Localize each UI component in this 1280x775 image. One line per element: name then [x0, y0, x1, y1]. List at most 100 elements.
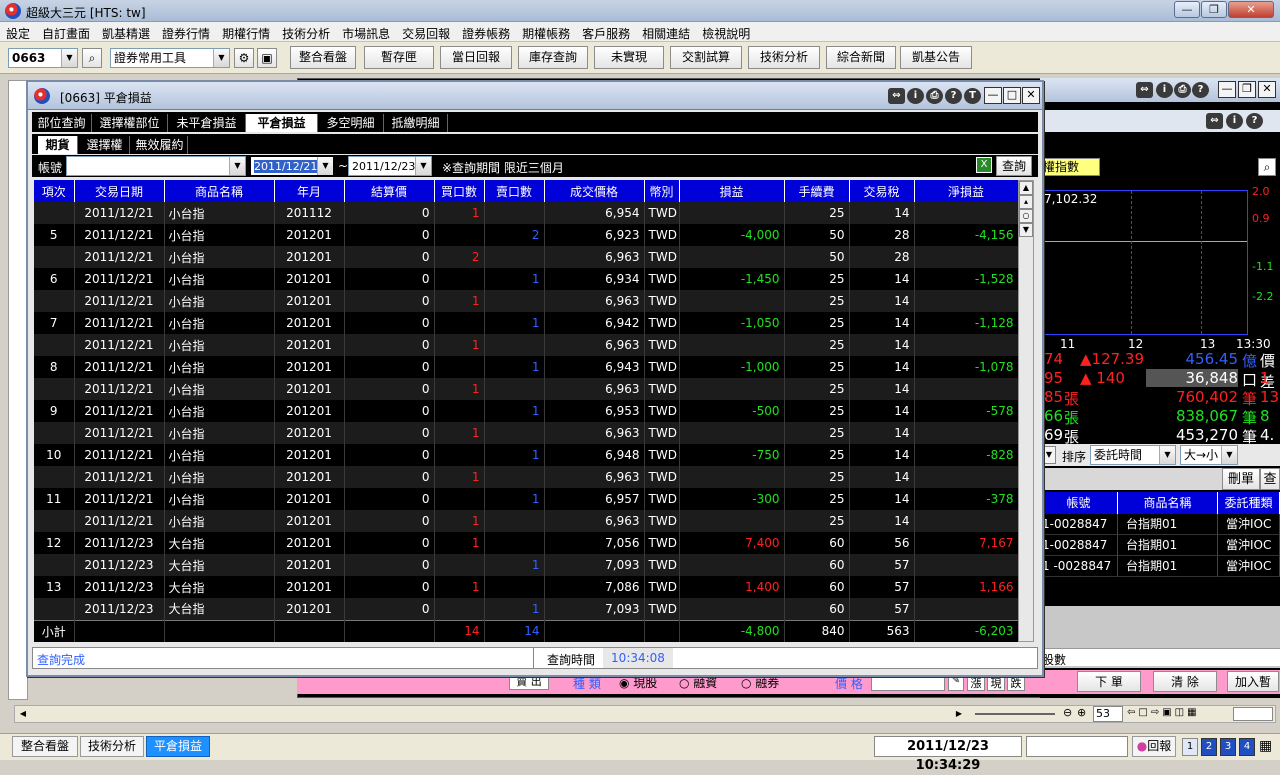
table-row[interactable]: 8 2011/12/21 小台指 201201 0 1 6,943 TWD -1,000 25 14… [34, 356, 1018, 378]
chevron-down-icon[interactable]: ▼ [1221, 446, 1237, 464]
help-icon[interactable]: ? [945, 88, 962, 104]
gear-icon[interactable]: ⚙ [234, 48, 254, 68]
menu-item[interactable]: 凱基精選 [96, 22, 156, 42]
chevron-down-icon[interactable]: ▼ [1159, 446, 1175, 464]
link-icon[interactable]: ⇔ [888, 88, 905, 104]
table-row[interactable]: 2011/12/21 小台指 201201 0 1 6,963 TWD 25 14 [34, 334, 1018, 356]
order-column-header[interactable]: 商品名稱 [1118, 492, 1218, 514]
code-input[interactable]: 0663 ▼ [8, 48, 78, 68]
menu-item[interactable]: 期權行情 [216, 22, 276, 42]
link-icon[interactable]: ⇔ [1136, 82, 1153, 98]
column-header[interactable]: 項次 [34, 180, 75, 202]
restore-icon[interactable]: ❐ [1238, 81, 1256, 98]
sort-combo[interactable]: 委託時間 ▼ [1090, 445, 1176, 465]
toolbar-button[interactable]: 整合看盤 [290, 46, 356, 69]
add-temp-button[interactable]: 加入暫 [1227, 671, 1279, 692]
top-tab[interactable]: 部位查詢 [32, 114, 92, 132]
column-header[interactable]: 手續費 [784, 180, 850, 202]
top-tab[interactable]: 選擇權部位 [92, 114, 168, 132]
top-tab[interactable]: 未平倉損益 [168, 114, 246, 132]
print-icon[interactable]: ⎙ [926, 88, 943, 104]
menu-item[interactable]: 設定 [0, 22, 36, 42]
menu-item[interactable]: 交易回報 [396, 22, 456, 42]
layout-4-icon[interactable]: 4 [1239, 738, 1255, 756]
table-row[interactable]: 2011/12/21 小台指 201201 0 1 6,963 TWD 25 14 [34, 290, 1018, 312]
table-row[interactable]: 2011/12/23 大台指 201201 0 1 7,093 TWD 60 57 [34, 598, 1018, 620]
date-from-input[interactable]: 2011/12/21 ▼ [250, 156, 334, 176]
column-header[interactable]: 商品名稱 [164, 180, 275, 202]
scroll-up-icon[interactable]: ▲ [1019, 181, 1033, 195]
table-row[interactable]: 9 2011/12/21 小台指 201201 0 1 6,953 TWD -500 25 14 -5… [34, 400, 1018, 422]
window-add-icon[interactable]: ▣ [257, 48, 277, 68]
menu-item[interactable]: 技術分析 [276, 22, 336, 42]
toolbar-button[interactable]: 暫存匣 [364, 46, 434, 69]
order-column-header[interactable]: 委託種類 [1218, 492, 1280, 514]
place-order-button[interactable]: 下 單 [1077, 671, 1141, 692]
minimize-icon[interactable]: — [984, 87, 1002, 104]
chevron-down-icon[interactable]: ▼ [229, 157, 245, 175]
table-row[interactable]: 6 2011/12/21 小台指 201201 0 1 6,934 TWD -1,450 25 14… [34, 268, 1018, 290]
sub-tab[interactable]: 無效履約 [132, 136, 188, 154]
order-cell[interactable]: 1 -0028847 [1040, 556, 1118, 577]
sub-tab[interactable]: 期貨 [38, 136, 78, 154]
order-cell[interactable]: 當沖IOC [1218, 556, 1280, 577]
toolbar-button[interactable]: 凱基公告 [900, 46, 972, 69]
layout-1-icon[interactable]: 1 [1182, 738, 1198, 756]
window-tab[interactable]: 技術分析 [80, 736, 144, 757]
restore-icon[interactable]: ❐ [1201, 1, 1227, 18]
toolbar-button[interactable]: 技術分析 [748, 46, 820, 69]
zoom-in-icon[interactable]: ⊕ [1077, 706, 1086, 719]
excel-export-icon[interactable]: X [976, 157, 992, 173]
table-row[interactable]: 2011/12/21 小台指 201112 0 1 6,954 TWD 25 14 [34, 202, 1018, 224]
clear-button[interactable]: 清 除 [1153, 671, 1217, 692]
top-tab[interactable]: 多空明細 [318, 114, 384, 132]
scroll-down-icon[interactable]: ▼ [1019, 223, 1033, 237]
table-scrollbar[interactable]: ▲ ▴ ○ ▼ [1018, 180, 1034, 642]
column-header[interactable]: 年月 [274, 180, 345, 202]
layout-2-icon[interactable]: 2 [1201, 738, 1217, 756]
column-header[interactable]: 損益 [679, 180, 785, 202]
table-row[interactable]: 2011/12/21 小台指 201201 0 1 6,963 TWD 25 14 [34, 422, 1018, 444]
table-row[interactable]: 7 2011/12/21 小台指 201201 0 1 6,942 TWD -1,050 25 14… [34, 312, 1018, 334]
order-cell[interactable]: 台指期01 [1118, 556, 1218, 577]
column-header[interactable]: 交易日期 [74, 180, 165, 202]
toolbar-button[interactable]: 未實現 [594, 46, 664, 69]
order-cell[interactable]: 台指期01 [1118, 514, 1218, 535]
query-button[interactable]: 查詢 [996, 156, 1032, 176]
minimize-icon[interactable]: — [1218, 81, 1236, 98]
menu-item[interactable]: 期權帳務 [516, 22, 576, 42]
scroll-right-icon[interactable]: ▶ [951, 706, 967, 722]
sub-tab[interactable]: 選擇權 [80, 136, 130, 154]
page-up-icon[interactable]: ▴ [1019, 195, 1033, 209]
close-icon[interactable]: ✕ [1022, 87, 1040, 104]
toolbar-button[interactable]: 交割試算 [670, 46, 742, 69]
column-header[interactable]: 結算價 [344, 180, 435, 202]
toolbar-button[interactable]: 庫存查詢 [518, 46, 588, 69]
toolbar-button[interactable]: 綜合新聞 [826, 46, 896, 69]
menu-item[interactable]: 證券行情 [156, 22, 216, 42]
topmost-icon[interactable]: T [964, 88, 981, 104]
table-row[interactable]: 12 2011/12/23 大台指 201201 0 1 7,056 TWD 7,400 60 56… [34, 532, 1018, 554]
menu-item[interactable]: 相關連結 [636, 22, 696, 42]
column-header[interactable]: 成交價格 [544, 180, 645, 202]
query-order-button[interactable]: 查 [1260, 468, 1280, 490]
table-row[interactable]: 2011/12/21 小台指 201201 0 2 6,963 TWD 50 28 [34, 246, 1018, 268]
help-icon[interactable]: ? [1192, 82, 1209, 98]
chevron-down-icon[interactable]: ▼ [415, 157, 431, 175]
toolbar-button[interactable]: 當日回報 [440, 46, 512, 69]
scroll-thumb[interactable]: ○ [1019, 209, 1033, 223]
layout-3-icon[interactable]: 3 [1220, 738, 1236, 756]
zoom-slider[interactable] [975, 713, 1055, 715]
order-cell[interactable]: 1-0028847 [1040, 535, 1118, 556]
column-header[interactable]: 買口數 [434, 180, 485, 202]
table-row[interactable]: 2011/12/23 大台指 201201 0 1 7,093 TWD 60 57 [34, 554, 1018, 576]
link-icon[interactable]: ⇔ [1206, 113, 1223, 129]
help-icon[interactable]: ? [1246, 113, 1263, 129]
chevron-down-icon[interactable]: ▼ [213, 49, 229, 67]
scroll-left-icon[interactable]: ◀ [15, 706, 31, 722]
chevron-down-icon[interactable]: ▼ [61, 49, 77, 67]
info-icon[interactable]: i [1226, 113, 1243, 129]
top-tab[interactable]: 抵繳明細 [384, 114, 448, 132]
column-header[interactable]: 賣口數 [484, 180, 545, 202]
order-combo[interactable]: 大→小 ▼ [1180, 445, 1238, 465]
